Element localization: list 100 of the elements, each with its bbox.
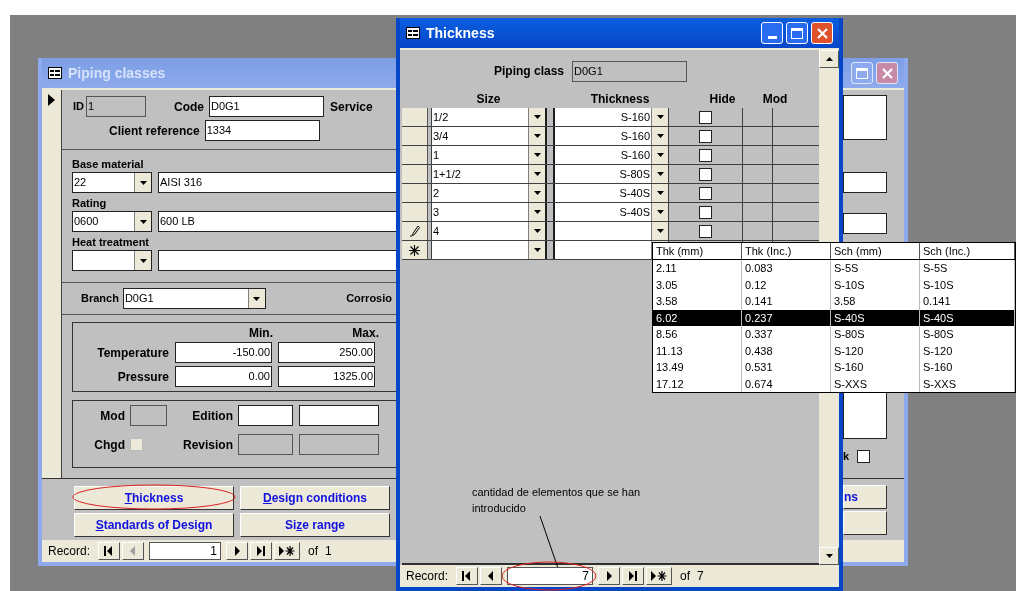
list-row[interactable]: 8.56 0.337 S-80S S-80S [653,326,1015,343]
thickness-combo[interactable]: S-40S [555,203,668,221]
form-button[interactable]: Design conditions [240,486,390,510]
list-row[interactable]: 11.13 0.438 S-120 S-120 [653,342,1015,359]
list-row[interactable]: 3.05 0.12 S-10S S-10S [653,276,1015,293]
scroll-up-button[interactable] [819,50,839,68]
text-field[interactable]: 1325.00 [278,366,375,387]
thickness-combo[interactable]: S-160 [555,127,668,145]
text-field[interactable] [843,95,887,140]
record-nav-button[interactable] [250,542,273,560]
text-field[interactable]: D0G1 [209,96,324,117]
dropdown-button[interactable] [247,289,265,308]
dropdown-button[interactable] [651,203,668,221]
dropdown-button[interactable] [528,184,545,202]
dropdown-button[interactable] [528,222,545,240]
dropdown-button[interactable] [134,212,151,231]
size-combo[interactable]: 1+1/2 [432,165,545,183]
dropdown-button[interactable] [134,173,151,192]
combo-box[interactable] [72,250,152,271]
dropdown-button[interactable] [528,146,545,164]
thickness-combo[interactable]: S-160 [555,108,668,126]
checkbox[interactable] [699,148,712,162]
checkbox[interactable] [699,129,712,143]
list-row[interactable]: 6.02 0.237 S-40S S-40S [653,309,1015,326]
text-field[interactable] [299,405,379,426]
close-button[interactable] [876,62,898,84]
dropdown-button[interactable] [528,108,545,126]
form-button[interactable]: Size range [240,513,390,537]
text-field[interactable]: -150.00 [175,342,272,363]
record-nav-button[interactable] [226,542,249,560]
text-field[interactable]: 0.00 [175,366,272,387]
record-selector[interactable] [42,90,62,478]
row-selector[interactable] [402,203,428,221]
text-field[interactable] [238,434,293,455]
thickness-combo[interactable]: S-40S [555,184,668,202]
list-row[interactable]: 13.49 0.531 S-160 S-160 [653,359,1015,376]
thickness-combo[interactable]: S-160 [555,146,668,164]
text-field[interactable]: 1334 [204,120,320,141]
record-nav-button[interactable] [274,542,301,560]
dropdown-button[interactable] [528,203,545,221]
record-nav-button[interactable] [646,567,673,585]
piping-class-field[interactable]: D0G1 [572,60,687,82]
mod-field[interactable] [130,405,167,426]
text-field[interactable] [843,213,887,234]
checkbox[interactable] [699,186,712,200]
dropdown-button[interactable] [134,251,151,270]
text-field[interactable] [299,434,379,455]
dropdown-button[interactable] [651,165,668,183]
list-row[interactable]: 3.58 0.141 3.58 0.141 [653,293,1015,310]
text-field[interactable] [843,172,887,193]
checkbox[interactable] [699,167,712,181]
dropdown-button[interactable] [651,146,668,164]
size-combo[interactable]: 1 [432,146,545,164]
row-selector[interactable] [402,184,428,202]
row-selector[interactable] [402,165,428,183]
form-button[interactable]: Standards of Design [74,513,234,537]
scroll-down-button[interactable] [819,547,839,565]
combo-box[interactable]: 22 [72,172,152,193]
form-button[interactable]: Thickness [74,486,234,510]
record-nav-button[interactable] [98,542,121,560]
dropdown-button[interactable] [528,165,545,183]
row-selector[interactable] [402,222,428,240]
checkbox[interactable] [699,205,712,219]
record-number-field[interactable]: 1 [149,542,222,560]
dropdown-button[interactable] [651,127,668,145]
thickness-combo[interactable]: S-80S [555,165,668,183]
text-field[interactable] [238,405,293,426]
dropdown-button[interactable] [528,241,545,259]
dropdown-button[interactable] [528,127,545,145]
dropdown-button[interactable] [651,222,668,240]
id-field[interactable]: 1 [86,96,146,117]
dropdown-button[interactable] [651,184,668,202]
row-selector[interactable] [402,108,428,126]
checkbox[interactable] [857,449,871,463]
size-combo[interactable]: 2 [432,184,545,202]
checkbox[interactable] [699,224,712,238]
combo-box[interactable]: D0G1 [122,288,266,309]
size-combo[interactable]: 3/4 [432,127,545,145]
form-button[interactable] [843,511,887,535]
checkbox[interactable] [130,438,143,451]
minimize-button[interactable] [761,22,783,44]
record-nav-button[interactable] [598,567,621,585]
text-field[interactable]: 250.00 [278,342,375,363]
row-selector[interactable] [402,241,428,259]
row-selector[interactable] [402,127,428,145]
list-row[interactable]: 17.12 0.674 S-XXS S-XXS [653,375,1015,392]
list-cell: S-10S [920,276,1015,293]
record-number-field[interactable]: 7 [507,567,594,585]
size-combo[interactable]: 4 [432,222,545,240]
size-combo[interactable]: 3 [432,203,545,221]
checkbox[interactable] [699,110,712,124]
record-nav-button[interactable] [622,567,645,585]
form-button[interactable]: ns [843,485,887,509]
combo-box[interactable]: 0600 [72,211,152,232]
size-combo[interactable]: 1/2 [432,108,545,126]
record-nav-button[interactable] [456,567,479,585]
record-nav-button[interactable] [480,567,503,585]
dropdown-button[interactable] [651,108,668,126]
list-row[interactable]: 2.11 0.083 S-5S S-5S [653,260,1015,277]
row-selector[interactable] [402,146,428,164]
